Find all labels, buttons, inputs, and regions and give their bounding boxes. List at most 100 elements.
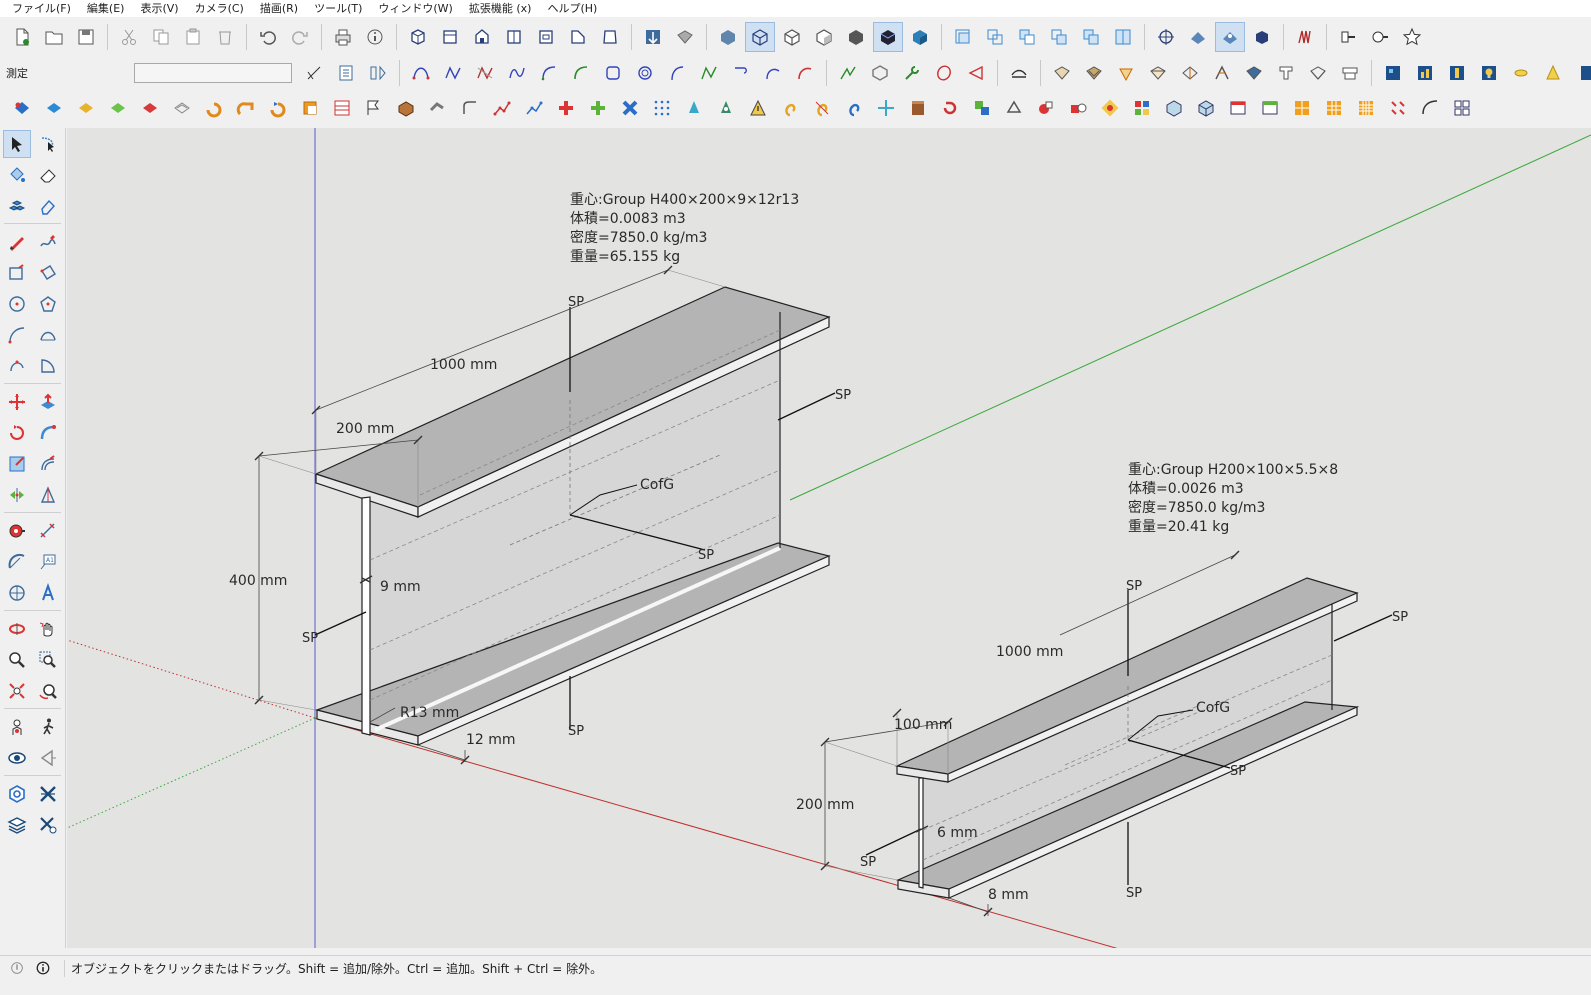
panel-icon[interactable] bbox=[1570, 58, 1591, 88]
surface-6-icon[interactable] bbox=[1207, 58, 1237, 88]
right-view-icon[interactable] bbox=[499, 22, 529, 52]
undo-icon[interactable] bbox=[253, 22, 283, 52]
left-view-icon[interactable] bbox=[563, 22, 593, 52]
trim-icon[interactable] bbox=[1076, 22, 1106, 52]
points-blue-icon[interactable] bbox=[519, 93, 549, 123]
film-icon[interactable] bbox=[1442, 58, 1472, 88]
solid-2-icon[interactable] bbox=[39, 93, 69, 123]
rotate-red-icon[interactable] bbox=[935, 93, 965, 123]
x-settings-icon[interactable] bbox=[34, 811, 62, 839]
offset-icon[interactable] bbox=[34, 450, 62, 478]
layers-icon[interactable] bbox=[3, 811, 31, 839]
delete-icon[interactable] bbox=[210, 22, 240, 52]
xray-style-icon[interactable] bbox=[713, 22, 743, 52]
rotate-icon[interactable] bbox=[3, 419, 31, 447]
solid-6-icon[interactable] bbox=[167, 93, 197, 123]
grid-orange-1-icon[interactable] bbox=[1287, 93, 1317, 123]
polygon-icon[interactable] bbox=[865, 58, 895, 88]
freehand-icon[interactable] bbox=[34, 228, 62, 256]
back-view-icon[interactable] bbox=[531, 22, 561, 52]
cross-red-icon[interactable] bbox=[551, 93, 581, 123]
scene-canvas[interactable]: 1000 mm 200 mm 400 mm 9 mm R13 mm 12 mm … bbox=[67, 128, 1591, 948]
front-view-icon[interactable] bbox=[467, 22, 497, 52]
orbit-tool-icon[interactable] bbox=[3, 615, 31, 643]
drop-icon[interactable] bbox=[679, 93, 709, 123]
spiral-icon[interactable] bbox=[630, 58, 660, 88]
panel-red-icon[interactable] bbox=[1223, 93, 1253, 123]
menu-edit[interactable]: 編集(E) bbox=[79, 0, 133, 17]
arc-pick-icon[interactable] bbox=[299, 58, 329, 88]
model-info-icon[interactable] bbox=[360, 22, 390, 52]
polyline-icon[interactable] bbox=[438, 58, 468, 88]
combine-icon[interactable] bbox=[967, 93, 997, 123]
lamp-icon[interactable] bbox=[1506, 58, 1536, 88]
split-icon[interactable] bbox=[1108, 22, 1138, 52]
bend-1-icon[interactable] bbox=[199, 93, 229, 123]
soften-edges-icon[interactable] bbox=[1004, 58, 1034, 88]
section-plane-icon[interactable] bbox=[948, 22, 978, 52]
surface-4-icon[interactable] bbox=[1143, 58, 1173, 88]
zoom-icon[interactable] bbox=[3, 646, 31, 674]
section-plane-tool-icon[interactable] bbox=[34, 744, 62, 772]
surface-2-icon[interactable] bbox=[1079, 58, 1109, 88]
box-brown-icon[interactable] bbox=[903, 93, 933, 123]
warning-icon[interactable] bbox=[743, 93, 773, 123]
surface-7-icon[interactable] bbox=[1239, 58, 1269, 88]
union-icon[interactable] bbox=[980, 22, 1010, 52]
warehouse-icon[interactable] bbox=[638, 22, 668, 52]
cross-blue-icon[interactable] bbox=[615, 93, 645, 123]
menu-view[interactable]: 表示(V) bbox=[132, 0, 186, 17]
ellipse-icon[interactable] bbox=[929, 58, 959, 88]
circle-icon[interactable] bbox=[3, 290, 31, 318]
bend-2-icon[interactable] bbox=[231, 93, 261, 123]
cube-mesh-icon[interactable] bbox=[1191, 93, 1221, 123]
beam-small[interactable] bbox=[820, 550, 1393, 917]
pan-hand-icon[interactable] bbox=[34, 615, 62, 643]
lasso-select-icon[interactable] bbox=[34, 130, 62, 158]
grid-orange-2-icon[interactable] bbox=[1319, 93, 1349, 123]
move-icon[interactable] bbox=[3, 388, 31, 416]
line-pencil-icon[interactable] bbox=[3, 228, 31, 256]
color-style-icon[interactable] bbox=[905, 22, 935, 52]
shaded-style-icon[interactable] bbox=[809, 22, 839, 52]
mirror-tool-icon[interactable] bbox=[34, 481, 62, 509]
text-list-icon[interactable] bbox=[331, 58, 361, 88]
section-display-icon[interactable] bbox=[1333, 22, 1363, 52]
text-tool-icon[interactable]: A1 bbox=[34, 548, 62, 576]
bend-3-icon[interactable] bbox=[263, 93, 293, 123]
surface-5-icon[interactable] bbox=[1175, 58, 1205, 88]
pattern-icon[interactable] bbox=[1127, 93, 1157, 123]
menu-camera[interactable]: カメラ(C) bbox=[187, 0, 252, 17]
geo-location-icon[interactable] bbox=[8, 959, 26, 977]
solid-tools-icon[interactable] bbox=[3, 780, 31, 808]
points-icon[interactable] bbox=[487, 93, 517, 123]
rectangle-curve-icon[interactable] bbox=[598, 58, 628, 88]
copy-icon[interactable] bbox=[146, 22, 176, 52]
grid-orange-3-icon[interactable] bbox=[1351, 93, 1381, 123]
x-tool-icon[interactable] bbox=[34, 780, 62, 808]
catmull-icon[interactable] bbox=[534, 58, 564, 88]
save-icon[interactable] bbox=[71, 22, 101, 52]
beam-large[interactable] bbox=[254, 265, 836, 765]
scale-icon[interactable] bbox=[3, 450, 31, 478]
pie-icon[interactable] bbox=[34, 352, 62, 380]
chart-icon[interactable] bbox=[1410, 58, 1440, 88]
hook-2-icon[interactable] bbox=[807, 93, 837, 123]
section-cut-icon[interactable] bbox=[1365, 22, 1395, 52]
solid-1-icon[interactable] bbox=[7, 93, 37, 123]
curve-offset-icon[interactable] bbox=[790, 58, 820, 88]
target-icon[interactable] bbox=[1095, 93, 1125, 123]
layout-icon[interactable] bbox=[1378, 58, 1408, 88]
position-camera-tool-icon[interactable] bbox=[3, 713, 31, 741]
arc-curve-icon[interactable] bbox=[566, 58, 596, 88]
line-check-icon[interactable] bbox=[833, 58, 863, 88]
spline-icon[interactable] bbox=[502, 58, 532, 88]
sandbox-icon[interactable] bbox=[1183, 22, 1213, 52]
menu-draw[interactable]: 描画(R) bbox=[252, 0, 306, 17]
box-corner-icon[interactable] bbox=[295, 93, 325, 123]
star-icon[interactable] bbox=[1397, 22, 1427, 52]
previous-view-icon[interactable] bbox=[34, 677, 62, 705]
hook-1-icon[interactable] bbox=[775, 93, 805, 123]
tag-eraser-icon[interactable] bbox=[34, 192, 62, 220]
measurements-input[interactable] bbox=[134, 62, 292, 83]
